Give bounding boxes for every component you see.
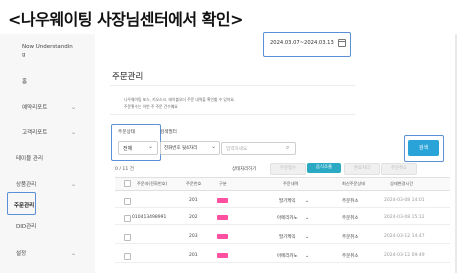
row-divider: [115, 243, 450, 244]
chevron-down-icon: ⌄: [305, 234, 310, 240]
chevron-down-icon: ⌄: [71, 250, 77, 257]
cell-order-no: 203: [189, 234, 198, 239]
sidebar-store-name-wrap: g: [22, 52, 26, 58]
cell-order-item[interactable]: 아메리카노: [277, 215, 298, 221]
sidebar: Now Understandin g 홈 예약리포트 고객리포트 ⌄ ⌄ 테이블…: [0, 34, 96, 273]
cell-order-item[interactable]: 딸기케익: [279, 234, 296, 240]
cell-order-no: 201: [189, 253, 198, 258]
channel-badge: [217, 234, 228, 239]
status-select-value: 전체: [123, 146, 133, 152]
sidebar-item-home[interactable]: 홈: [22, 77, 27, 85]
channel-badge: [217, 215, 228, 220]
row-checkbox[interactable]: [124, 234, 131, 241]
search-button[interactable]: 검색: [408, 140, 439, 156]
sidebar-item-reservation-report[interactable]: 예약리포트: [22, 103, 47, 111]
sidebar-item-customer-report[interactable]: 고객리포트: [22, 128, 47, 136]
search-input-placeholder: 입력하세요.: [226, 147, 249, 152]
cell-time: 2024-03-12 09:49: [384, 253, 425, 258]
cell-status: 주문취소: [342, 199, 359, 204]
cell-time: 2024-03-12 14:47: [384, 234, 425, 239]
channel-badge: [217, 253, 228, 258]
col-header-latest-status: 최신주문상태: [342, 181, 366, 186]
search-input[interactable]: 입력하세요. ⌕: [221, 142, 296, 155]
row-divider: [115, 207, 450, 208]
row-checkbox[interactable]: [124, 198, 131, 205]
cell-status: 주문취소: [342, 216, 359, 221]
divider: [110, 85, 355, 86]
result-count: 0 / 11 건: [115, 167, 134, 172]
sidebar-store-name[interactable]: Now Understandin: [22, 44, 73, 50]
channel-badge: [217, 198, 228, 203]
chevron-down-icon: ⌄: [71, 104, 77, 111]
chevron-down-icon: ⌄: [211, 143, 217, 150]
row-divider: [115, 262, 450, 263]
row-divider: [115, 224, 450, 225]
col-header-changed-time: 상태변경시간: [390, 181, 414, 186]
row-checkbox[interactable]: [124, 253, 131, 260]
cell-phone: 010413498991: [132, 215, 167, 220]
page-title: 주문관리: [112, 72, 144, 82]
select-all-checkbox[interactable]: [124, 180, 131, 187]
search-type-select[interactable]: 전화번호 뒷4자리 ⌄: [160, 141, 220, 155]
cell-order-no: 202: [189, 215, 198, 220]
accept-order-button[interactable]: 주문접수: [270, 163, 306, 175]
screenshot-caption: <나우웨이팅 사장님센터에서 확인>: [8, 10, 244, 29]
search-type-value: 전화번호 뒷4자리: [164, 146, 198, 151]
sidebar-item-table-management[interactable]: 테이블 관리: [16, 154, 43, 162]
chevron-down-icon: ⌄: [305, 215, 310, 221]
complete-order-button[interactable]: 완료처리: [344, 163, 380, 175]
cell-time: 2024-03-08 15:12: [384, 215, 425, 220]
search-icon: ⌕: [286, 144, 290, 151]
chevron-down-icon: ⌄: [305, 253, 310, 259]
status-action-label: 상태처리하기: [232, 167, 257, 172]
date-range-picker[interactable]: 2024.03.07~2024.03.13: [270, 40, 334, 46]
col-header-type: 구분: [219, 181, 227, 186]
sidebar-item-did-management[interactable]: DID관리: [16, 222, 36, 230]
cell-status: 주문취소: [342, 254, 359, 259]
status-select[interactable]: 전체 ⌄: [118, 141, 158, 155]
cell-time: 2024-03-08 14:01: [384, 198, 425, 203]
cell-status: 주문취소: [342, 235, 359, 240]
cooking-start-button[interactable]: 음식조출: [307, 163, 341, 173]
chevron-down-icon: ⌄: [71, 129, 77, 136]
search-type-label: 검색필터: [160, 130, 177, 135]
notice-line-1: 나우웨이팅 포스, 키오스크, 테이블오더 주문 내역을 확인할 수 있어요.: [124, 97, 236, 102]
col-header-order-no: 주문번호: [186, 181, 202, 186]
sidebar-item-product-management[interactable]: 상품관리: [16, 180, 36, 188]
col-header-order-items: 주문내역: [283, 181, 299, 186]
cancel-order-button[interactable]: 주문취소: [381, 163, 417, 175]
cell-order-item[interactable]: 아메리카노: [277, 253, 298, 259]
chevron-down-icon: ⌄: [305, 198, 310, 204]
divider: [110, 114, 355, 115]
sidebar-item-settings[interactable]: 설정: [16, 249, 26, 257]
cell-order-item[interactable]: 딸기케익: [279, 198, 296, 204]
notice-line-2: 주문횟수는 이번 주 주문 건수예요: [124, 104, 178, 109]
chevron-down-icon: ⌄: [148, 143, 154, 150]
cell-order-no: 201: [189, 198, 198, 203]
col-header-customer: 주문자(전화번호): [137, 181, 168, 186]
calendar-icon[interactable]: [338, 39, 346, 47]
chevron-down-icon: ⌄: [71, 181, 77, 188]
highlight-order-management: [7, 192, 36, 215]
row-checkbox[interactable]: [124, 215, 131, 222]
